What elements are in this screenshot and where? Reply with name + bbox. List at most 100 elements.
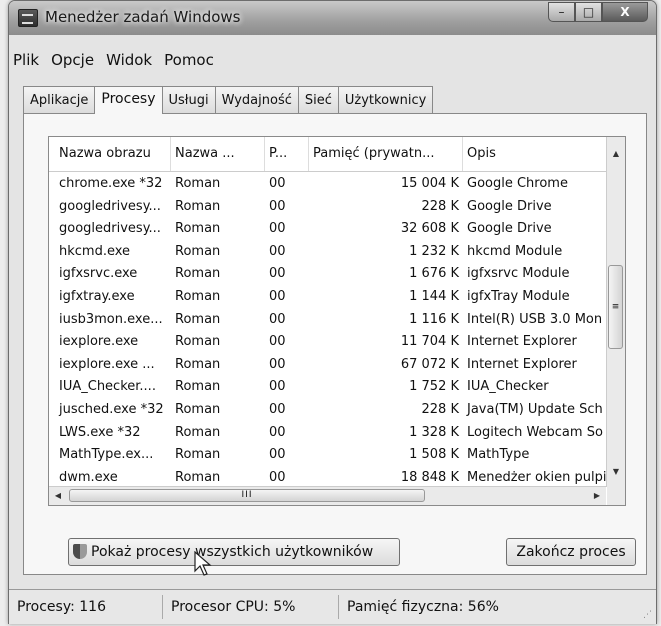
cell-session: 00	[269, 447, 286, 463]
task-manager-window: Menedżer zadań Windows – □ X Plik Opcje …	[8, 0, 657, 624]
cell-description: Internet Explorer	[467, 334, 577, 350]
cell-user-name: Roman	[175, 176, 221, 191]
cell-image-name: igfxsrvc.exe	[59, 266, 138, 282]
cell-session: 00	[269, 311, 286, 327]
tab-processes[interactable]: Procesy	[94, 86, 163, 114]
title-bar[interactable]: Menedżer zadań Windows – □ X	[9, 1, 656, 35]
menu-view[interactable]: Widok	[106, 51, 152, 73]
show-all-processes-button[interactable]: Pokaż procesy wszystkich użytkowników	[68, 538, 400, 566]
status-physical-memory: Pamięć fizyczna: 56%	[347, 599, 499, 615]
cell-memory: 67 072 K	[400, 356, 459, 372]
cell-image-name: iexplore.exe	[59, 334, 139, 350]
column-memory[interactable]: Pamięć (prywatn...	[309, 137, 463, 171]
cell-memory: 1 144 K	[409, 288, 459, 304]
cell-description: hkcmd Module	[467, 243, 563, 259]
cell-memory: 1 116 K	[409, 311, 459, 327]
task-manager-icon	[18, 9, 38, 27]
tab-applications[interactable]: Aplikacje	[23, 86, 96, 113]
minimize-button[interactable]: –	[548, 2, 575, 22]
cell-description: igfxsrvc Module	[467, 266, 570, 282]
cell-user-name: Roman	[175, 424, 221, 440]
cell-user-name: Roman	[175, 334, 221, 350]
table-row[interactable]: hkcmd.exe Roman 00 1 232 K hkcmd Module	[49, 241, 606, 264]
cell-description: Google Drive	[467, 198, 552, 214]
table-row[interactable]: iexplore.exe ... Roman 00 67 072 K Internet …	[49, 354, 606, 377]
cell-memory: 1 508 K	[409, 447, 459, 463]
scroll-up-icon[interactable]: ▲	[607, 145, 625, 163]
horizontal-scroll-thumb[interactable]: III	[69, 489, 425, 502]
cell-description: Google Chrome	[467, 176, 568, 191]
menu-file[interactable]: Plik	[13, 51, 39, 73]
process-list-header: Nazwa obrazu Nazwa ... P... Pamięć (pryw…	[49, 137, 606, 172]
table-row[interactable]: IUA_Checker.... Roman 00 1 752 K IUA_Checker	[49, 376, 606, 399]
cell-user-name: Roman	[175, 288, 221, 304]
cell-memory: 11 704 K	[400, 334, 459, 350]
column-image-name[interactable]: Nazwa obrazu	[49, 137, 171, 171]
vertical-scrollbar[interactable]: ▲ ≡ ▼	[606, 137, 625, 487]
end-process-button[interactable]: Zakończ proces	[506, 538, 636, 566]
tab-performance[interactable]: Wydajność	[214, 86, 299, 113]
horizontal-scrollbar[interactable]: ◀ III ▶	[49, 486, 606, 505]
tab-network[interactable]: Sieć	[297, 86, 339, 113]
cell-session: 00	[269, 176, 286, 191]
maximize-button[interactable]: □	[575, 2, 602, 22]
cell-session: 00	[269, 243, 286, 259]
close-button[interactable]: X	[602, 2, 648, 22]
cell-description: Google Drive	[467, 221, 552, 237]
scroll-down-icon[interactable]: ▼	[607, 463, 625, 481]
cell-session: 00	[269, 221, 286, 237]
cell-description: Internet Explorer	[467, 356, 577, 372]
table-row[interactable]: igfxsrvc.exe Roman 00 1 676 K igfxsrvc Modul…	[49, 263, 606, 286]
show-all-processes-label: Pokaż procesy wszystkich użytkowników	[91, 544, 374, 560]
table-row[interactable]: LWS.exe *32 Roman 00 1 328 K Logitech Webcam…	[49, 422, 606, 445]
table-row[interactable]: googledrivesy... Roman 00 32 608 K Google Dr…	[49, 218, 606, 241]
cell-session: 00	[269, 401, 286, 417]
cell-memory: 1 752 K	[409, 379, 459, 395]
cell-user-name: Roman	[175, 243, 221, 259]
scroll-left-icon[interactable]: ◀	[49, 487, 67, 505]
process-list: Nazwa obrazu Nazwa ... P... Pamięć (pryw…	[48, 136, 626, 506]
menu-options[interactable]: Opcje	[51, 51, 94, 73]
cell-image-name: LWS.exe *32	[59, 424, 141, 440]
cell-user-name: Roman	[175, 356, 221, 372]
shield-icon	[73, 544, 87, 559]
menu-help[interactable]: Pomoc	[164, 51, 214, 73]
table-row[interactable]: igfxtray.exe Roman 00 1 144 K igfxTray Modul…	[49, 286, 606, 309]
cell-user-name: Roman	[175, 266, 221, 282]
column-session[interactable]: P...	[265, 137, 309, 171]
cell-image-name: IUA_Checker....	[59, 379, 156, 395]
cell-description: MathType	[467, 447, 530, 463]
resize-grip-icon[interactable]: ⋰	[643, 610, 652, 620]
processes-panel: Nazwa obrazu Nazwa ... P... Pamięć (pryw…	[23, 113, 647, 575]
cell-memory: 15 004 K	[400, 176, 459, 191]
table-row[interactable]: iusb3mon.exe... Roman 00 1 116 K Intel(R) US…	[49, 309, 606, 332]
table-row[interactable]: MathType.ex... Roman 00 1 508 K MathType	[49, 444, 606, 467]
cell-session: 00	[269, 266, 286, 282]
cell-image-name: googledrivesy...	[59, 198, 161, 214]
scroll-right-icon[interactable]: ▶	[588, 487, 606, 505]
status-bar: Procesy: 116 Procesor CPU: 5% Pamięć fiz…	[9, 589, 656, 624]
table-row[interactable]: chrome.exe *32 Roman 00 15 004 K Google Chro…	[49, 173, 606, 196]
cell-user-name: Roman	[175, 447, 221, 463]
tab-services[interactable]: Usługi	[161, 86, 216, 113]
table-row[interactable]: jusched.exe *32 Roman 00 228 K Java(TM) Upda…	[49, 399, 606, 422]
vertical-scroll-thumb[interactable]: ≡	[608, 265, 623, 349]
cell-user-name: Roman	[175, 379, 221, 395]
cell-memory: 1 676 K	[409, 266, 459, 282]
cell-image-name: MathType.ex...	[59, 447, 154, 463]
table-row[interactable]: googledrivesy... Roman 00 228 K Google Drive	[49, 196, 606, 219]
tab-strip: Aplikacje Procesy Usługi Wydajność Sieć …	[23, 85, 434, 114]
cell-session: 00	[269, 379, 286, 395]
cell-memory: 228 K	[421, 198, 459, 214]
cell-description: Java(TM) Update Sch	[467, 401, 603, 417]
table-row[interactable]: iexplore.exe Roman 00 11 704 K Internet Expl…	[49, 331, 606, 354]
column-user-name[interactable]: Nazwa ...	[171, 137, 265, 171]
cell-description: IUA_Checker	[467, 379, 549, 395]
scroll-corner	[607, 487, 625, 505]
cell-description: Intel(R) USB 3.0 Mon	[467, 311, 603, 327]
cell-session: 00	[269, 198, 286, 214]
cell-description: Logitech Webcam So	[467, 424, 603, 440]
tab-users[interactable]: Użytkownicy	[337, 86, 434, 113]
window-controls: – □ X	[548, 2, 648, 22]
column-description[interactable]: Opis	[463, 137, 606, 171]
